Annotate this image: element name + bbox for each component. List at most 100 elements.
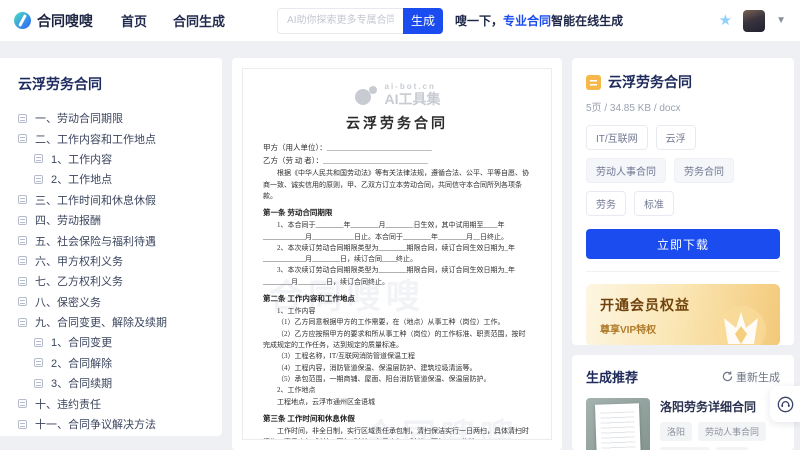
customer-service-button[interactable]: [770, 386, 800, 422]
doc-paragraph: （5）承包范围，一期商铺、屋面、阳台消防管道保温、保温层防护。: [263, 374, 531, 385]
tag-chip[interactable]: 云浮: [656, 125, 696, 150]
doc-paragraph: 1、本合同于________年________月________日生效，其中试用…: [263, 220, 531, 243]
doc-paragraph: 1、工作内容: [263, 306, 531, 317]
doc-paragraph: 3、本次续订劳动合同期限类型为________期限合同，续订合同生效日期为_年_…: [263, 265, 531, 288]
section-icon: [18, 195, 27, 204]
tag-chip[interactable]: 劳务: [586, 191, 626, 216]
recommend-tag-list: 洛阳 劳动人事合同 劳务合同 劳务 详细: [660, 422, 780, 450]
section-icon: [34, 358, 43, 367]
section-icon: [18, 114, 27, 123]
document-title: 云浮劳务合同: [263, 113, 531, 133]
slogan-prefix: 嗖一下，: [455, 14, 503, 28]
toc-item[interactable]: 三、工作时间和休息休假: [18, 190, 204, 210]
doc-paragraph: 2、本次续订劳动合同期限类型为________期限合同，续订合同生效日期为_年_…: [263, 243, 531, 266]
contract-title: 云浮劳务合同: [608, 72, 692, 92]
toc-subitem[interactable]: 2、工作地点: [18, 169, 204, 189]
generate-button[interactable]: 生成: [403, 8, 443, 34]
doc-paragraph: 工程地点，云浮市通州区金语城: [263, 397, 531, 408]
section-icon: [18, 399, 27, 408]
section-icon: [18, 216, 27, 225]
section-icon: [34, 154, 43, 163]
tag-chip: 洛阳: [660, 422, 692, 441]
doc-paragraph: （2）乙方应按照甲方的要求和所从事工种（岗位）的工作标准、职责范围，按时完成规定…: [263, 329, 531, 352]
nav-home[interactable]: 首页: [121, 11, 147, 30]
party-a-line: 甲方（用人单位）：＿＿＿＿＿＿＿＿＿＿＿＿＿＿: [263, 142, 531, 153]
recommend-item[interactable]: 洛阳劳务详细合同 洛阳 劳动人事合同 劳务合同 劳务 详细: [586, 398, 780, 450]
toc-item[interactable]: 八、保密义务: [18, 292, 204, 312]
toc-item[interactable]: 十二、劳动保护、劳动条件和职业危害防护: [18, 434, 204, 436]
provider-watermark: ai-bot.cn AI工具集: [263, 83, 531, 107]
section-icon: [34, 338, 43, 347]
toc-item[interactable]: 九、合同变更、解除及续期: [18, 312, 204, 332]
file-meta: 5页 / 34.85 KB / docx: [586, 99, 780, 114]
section-icon: [34, 175, 43, 184]
search-input[interactable]: [277, 8, 403, 34]
slogan-suffix: 智能在线生成: [551, 14, 623, 28]
logo-text: 合同嗖嗖: [37, 11, 93, 31]
regenerate-button[interactable]: 重新生成: [722, 369, 780, 385]
toc-item[interactable]: 五、社会保险与福利待遇: [18, 230, 204, 250]
watermark-name: AI工具集: [385, 92, 441, 107]
toc-subitem[interactable]: 1、合同变更: [18, 332, 204, 352]
toc-subitem[interactable]: 1、工作内容: [18, 149, 204, 169]
doc-paragraph: 工作时间，非全日制，实行区域责任承包制，清扫保洁实行一日两扫，具体清扫时间为，夏…: [263, 426, 531, 440]
section-icon: [18, 277, 27, 286]
doc-heading: 第二条 工作内容和工作地点: [263, 293, 531, 304]
tag-chip[interactable]: IT/互联网: [586, 125, 648, 150]
slogan-highlight: 专业合同: [503, 14, 551, 28]
search-bar: 生成: [277, 8, 443, 34]
logo-icon: [14, 12, 31, 29]
toc-subitem[interactable]: 2、合同解除: [18, 353, 204, 373]
section-icon: [18, 318, 27, 327]
chevron-down-icon[interactable]: ▼: [776, 15, 786, 26]
download-button[interactable]: 立即下载: [586, 229, 780, 259]
tag-chip[interactable]: 劳务合同: [674, 158, 734, 183]
toc-item[interactable]: 十、违约责任: [18, 393, 204, 413]
tag-chip: 劳动人事合同: [698, 422, 766, 441]
toc-item[interactable]: 四、劳动报酬: [18, 210, 204, 230]
doc-heading: 第三条 工作时间和休息休假: [263, 413, 531, 424]
recommend-title: 生成推荐: [586, 367, 638, 386]
toc-title: 云浮劳务合同: [18, 74, 204, 94]
refresh-icon: [722, 371, 733, 382]
toc-subitem[interactable]: 3、合同续期: [18, 373, 204, 393]
tag-chip[interactable]: 劳动人事合同: [586, 158, 666, 183]
divider: [586, 271, 780, 272]
aibot-logo-icon: [354, 84, 378, 106]
tag-chip[interactable]: 标准: [634, 191, 674, 216]
section-icon: [34, 379, 43, 388]
doc-heading: 第一条 劳动合同期限: [263, 207, 531, 218]
favorite-star-icon[interactable]: ★: [719, 13, 732, 28]
vip-banner[interactable]: 开通会员权益 尊享VIP特权: [586, 284, 780, 345]
contract-info-card: 云浮劳务合同 5页 / 34.85 KB / docx IT/互联网 云浮 劳动…: [572, 58, 794, 345]
document-intro: 根据《中华人民共和国劳动法》等有关法律法规，遵循合法、公平、平等自愿、协商一致、…: [263, 168, 531, 202]
toc-item[interactable]: 十一、合同争议解决方法: [18, 414, 204, 434]
section-icon: [18, 420, 27, 429]
doc-paragraph: （4）工程内容，消防管道保温、保温层防护、建筑垃圾清运等。: [263, 363, 531, 374]
section-icon: [18, 134, 27, 143]
user-avatar[interactable]: [743, 10, 765, 32]
header-right: ★ ▼: [719, 10, 786, 32]
toc-item[interactable]: 一、劳动合同期限: [18, 108, 204, 128]
toc-item[interactable]: 七、乙方权利义务: [18, 271, 204, 291]
nav-contract-generate[interactable]: 合同生成: [173, 11, 225, 30]
document-preview-panel: 合同嗖嗖 合同嗖嗖 ai-bot.cn AI工具集 云浮劳务合同 甲方（用人单位…: [232, 58, 562, 450]
tag-list: IT/互联网 云浮 劳动人事合同 劳务合同 劳务 标准: [586, 125, 780, 216]
document-page: 合同嗖嗖 合同嗖嗖 ai-bot.cn AI工具集 云浮劳务合同 甲方（用人单位…: [242, 68, 552, 440]
recommend-card: 生成推荐 重新生成 洛阳劳务详细合同 洛阳 劳动人事合同 劳务合同 劳务 详细: [572, 355, 794, 450]
logo[interactable]: 合同嗖嗖: [14, 11, 93, 31]
top-navbar: 合同嗖嗖 首页 合同生成 生成 嗖一下，专业合同智能在线生成 ★ ▼: [0, 0, 800, 42]
recommend-thumbnail: [586, 398, 650, 450]
doc-paragraph: （1）乙方同意根据甲方的工作需要，在（地点）从事工种（岗位）工作。: [263, 317, 531, 328]
section-icon: [18, 297, 27, 306]
party-b-line: 乙方（劳 动 者）：＿＿＿＿＿＿＿＿＿＿＿＿＿＿: [263, 155, 531, 166]
toc-sidebar: 云浮劳务合同 一、劳动合同期限 二、工作内容和工作地点 1、工作内容 2、工作地…: [0, 58, 222, 436]
page: 合同嗖嗖 首页 合同生成 生成 嗖一下，专业合同智能在线生成 ★ ▼ 云浮劳务合…: [0, 0, 800, 450]
crown-icon: [712, 300, 770, 345]
toc-item[interactable]: 六、甲方权利义务: [18, 251, 204, 271]
docx-file-icon: [586, 75, 601, 90]
slogan: 嗖一下，专业合同智能在线生成: [455, 12, 623, 29]
section-icon: [18, 236, 27, 245]
toc-item[interactable]: 二、工作内容和工作地点: [18, 128, 204, 148]
doc-paragraph: 2、工作地点: [263, 385, 531, 396]
